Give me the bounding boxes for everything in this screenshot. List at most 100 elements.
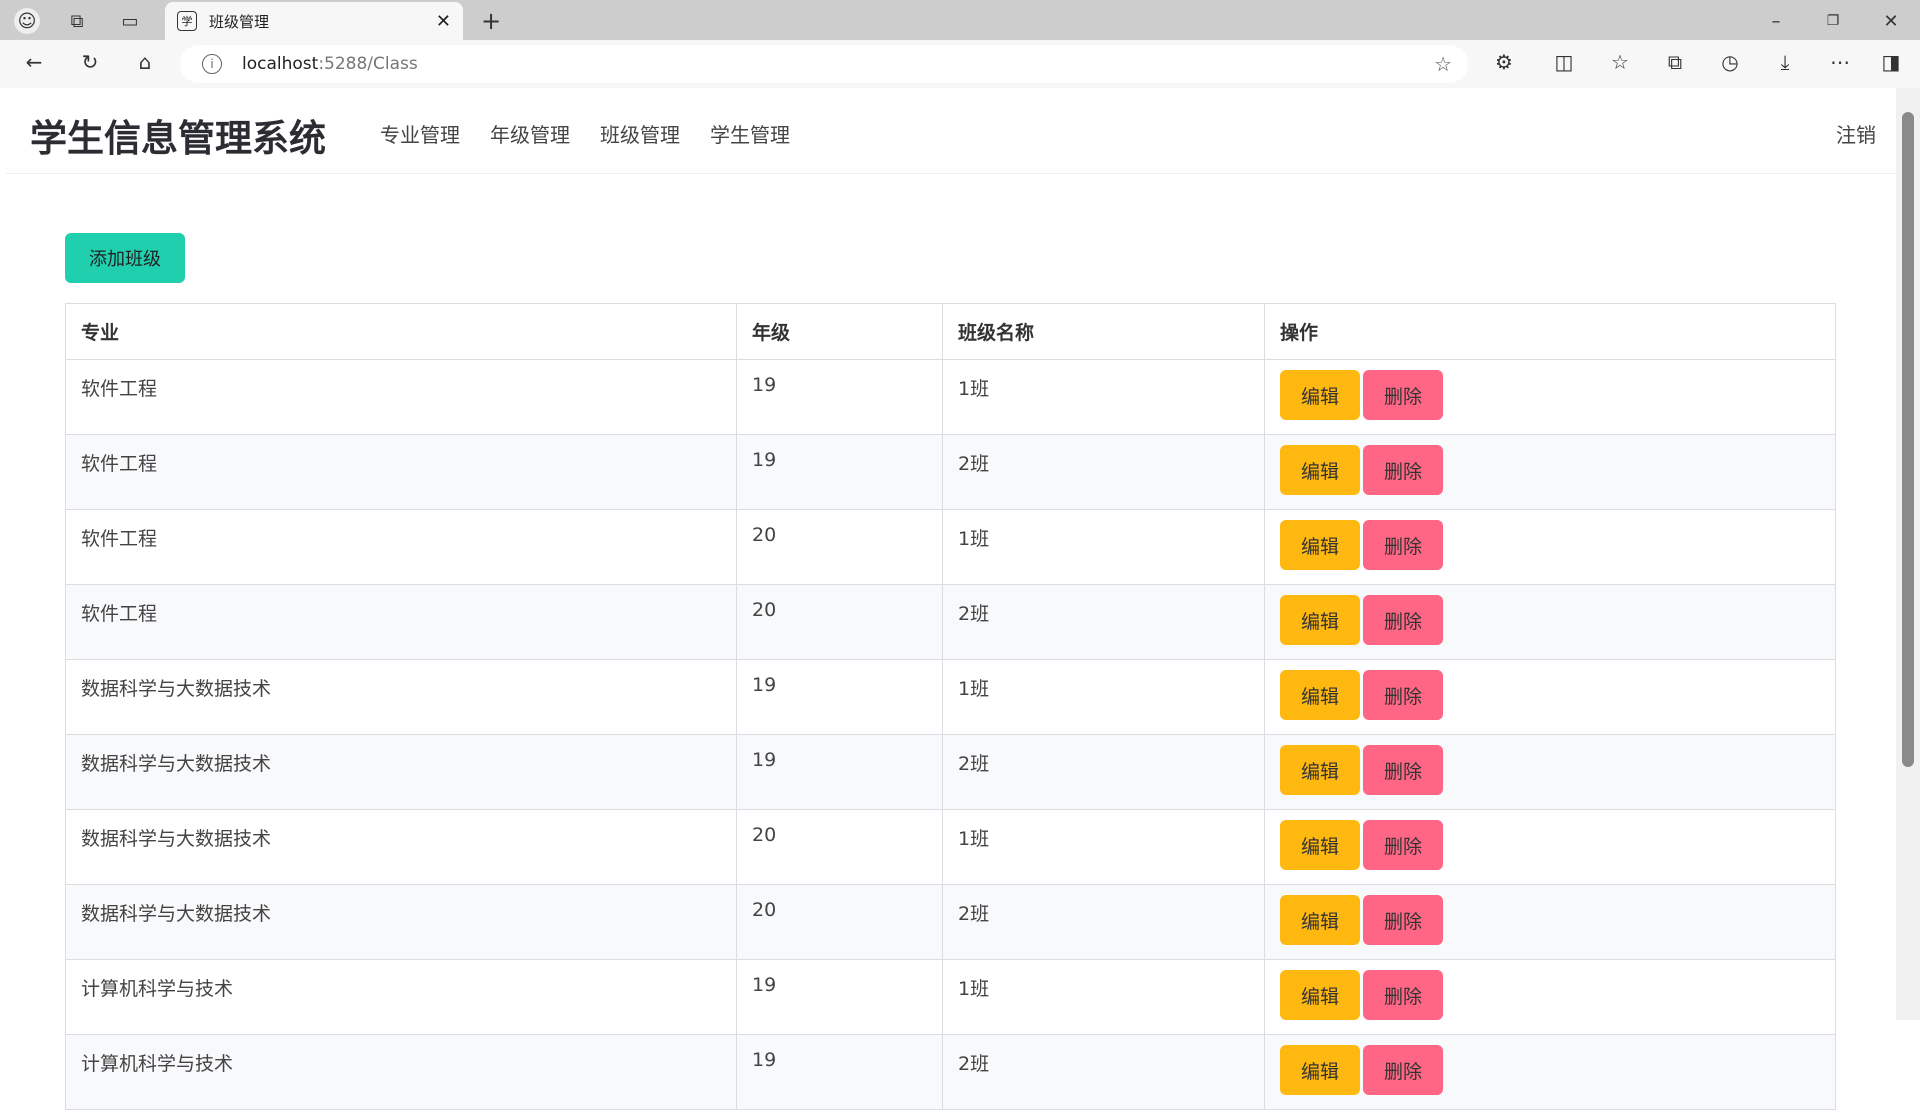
tab-favicon-icon: 学	[177, 11, 197, 31]
url-path: :5288/Class	[318, 54, 418, 74]
table-row: 计算机科学与技术 19 2班 编辑 删除	[65, 1034, 1836, 1110]
cell-grade: 20	[736, 809, 943, 885]
tab-close-icon[interactable]: ✕	[436, 11, 451, 32]
edit-button[interactable]: 编辑	[1280, 670, 1360, 720]
cell-grade: 19	[736, 659, 943, 735]
history-icon[interactable]: ◷	[1716, 50, 1744, 74]
cell-major: 软件工程	[65, 434, 737, 510]
browser-tab-bar: ☺ ⧉ ▭ 学 班级管理 ✕ + – ❐ ✕	[0, 0, 1920, 40]
site-info-icon[interactable]: i	[202, 54, 222, 74]
back-icon[interactable]: ←	[20, 50, 48, 74]
edit-button[interactable]: 编辑	[1280, 445, 1360, 495]
collections-icon[interactable]: ⧉	[1661, 50, 1689, 74]
cell-class-name: 1班	[942, 959, 1265, 1035]
favorites-icon[interactable]: ☆	[1606, 50, 1634, 74]
cell-class-name: 1班	[942, 359, 1265, 435]
restore-icon[interactable]: ❐	[1820, 8, 1846, 34]
edit-button[interactable]: 编辑	[1280, 595, 1360, 645]
more-icon[interactable]: ⋯	[1826, 50, 1854, 74]
page-content: 学生信息管理系统 专业管理 年级管理 班级管理 学生管理 注销 添加班级 专业 …	[6, 88, 1896, 1110]
browser-tab[interactable]: 学 班级管理 ✕	[165, 2, 463, 40]
cell-actions: 编辑 删除	[1264, 1034, 1836, 1110]
edit-button[interactable]: 编辑	[1280, 820, 1360, 870]
edit-button[interactable]: 编辑	[1280, 895, 1360, 945]
table-row: 数据科学与大数据技术 19 2班 编辑 删除	[65, 734, 1836, 810]
delete-button[interactable]: 删除	[1363, 970, 1443, 1020]
minimize-icon[interactable]: –	[1763, 8, 1789, 34]
extensions-icon[interactable]: ⚙	[1490, 50, 1518, 74]
table-row: 软件工程 19 2班 编辑 删除	[65, 434, 1836, 510]
window-close-icon[interactable]: ✕	[1878, 8, 1904, 34]
refresh-icon[interactable]: ↻	[76, 50, 104, 74]
cell-class-name: 1班	[942, 509, 1265, 585]
edit-button[interactable]: 编辑	[1280, 520, 1360, 570]
delete-button[interactable]: 删除	[1363, 445, 1443, 495]
sidebar-toggle-icon[interactable]: ◨	[1877, 50, 1905, 74]
edit-button[interactable]: 编辑	[1280, 1045, 1360, 1095]
add-class-button[interactable]: 添加班级	[65, 233, 185, 283]
cell-major: 软件工程	[65, 509, 737, 585]
scrollbar-thumb[interactable]	[1902, 112, 1914, 767]
cell-actions: 编辑 删除	[1264, 734, 1836, 810]
cell-grade: 19	[736, 359, 943, 435]
nav-student[interactable]: 学生管理	[710, 119, 790, 148]
brand-title[interactable]: 学生信息管理系统	[30, 108, 326, 162]
nav-class[interactable]: 班级管理	[600, 119, 680, 148]
table-row: 数据科学与大数据技术 20 2班 编辑 删除	[65, 884, 1836, 960]
tab-title: 班级管理	[209, 12, 270, 31]
table-row: 数据科学与大数据技术 20 1班 编辑 删除	[65, 809, 1836, 885]
new-tab-icon[interactable]: +	[478, 7, 504, 35]
vertical-scrollbar[interactable]	[1896, 88, 1920, 1020]
delete-button[interactable]: 删除	[1363, 370, 1443, 420]
table-row: 软件工程 20 2班 编辑 删除	[65, 584, 1836, 660]
column-header-actions: 操作	[1264, 303, 1836, 360]
edit-button[interactable]: 编辑	[1280, 745, 1360, 795]
delete-button[interactable]: 删除	[1363, 595, 1443, 645]
cell-class-name: 2班	[942, 434, 1265, 510]
class-table: 专业 年级 班级名称 操作 软件工程 19 1班 编辑 删除 软件工程 19 2班 编辑 删除 软件…	[65, 303, 1836, 1110]
cell-actions: 编辑 删除	[1264, 959, 1836, 1035]
cell-major: 数据科学与大数据技术	[65, 734, 737, 810]
cell-class-name: 1班	[942, 809, 1265, 885]
column-header-major: 专业	[65, 303, 737, 360]
cell-actions: 编辑 删除	[1264, 659, 1836, 735]
cell-actions: 编辑 删除	[1264, 884, 1836, 960]
nav-grade[interactable]: 年级管理	[490, 119, 570, 148]
cell-major: 数据科学与大数据技术	[65, 884, 737, 960]
edit-button[interactable]: 编辑	[1280, 370, 1360, 420]
delete-button[interactable]: 删除	[1363, 895, 1443, 945]
cell-class-name: 2班	[942, 584, 1265, 660]
cell-actions: 编辑 删除	[1264, 509, 1836, 585]
nav-major[interactable]: 专业管理	[380, 119, 460, 148]
cell-grade: 20	[736, 884, 943, 960]
delete-button[interactable]: 删除	[1363, 520, 1443, 570]
delete-button[interactable]: 删除	[1363, 1045, 1443, 1095]
cell-grade: 19	[736, 959, 943, 1035]
vertical-tabs-icon[interactable]: ▭	[117, 8, 143, 34]
cell-actions: 编辑 删除	[1264, 359, 1836, 435]
cell-major: 软件工程	[65, 359, 737, 435]
cell-class-name: 1班	[942, 659, 1265, 735]
logout-link[interactable]: 注销	[1836, 119, 1876, 148]
favorite-star-icon[interactable]: ☆	[1434, 52, 1452, 76]
cell-major: 数据科学与大数据技术	[65, 659, 737, 735]
column-header-class-name: 班级名称	[942, 303, 1265, 360]
cell-class-name: 2班	[942, 1034, 1265, 1110]
edit-button[interactable]: 编辑	[1280, 970, 1360, 1020]
cell-actions: 编辑 删除	[1264, 809, 1836, 885]
workspaces-icon[interactable]: ⧉	[64, 8, 90, 34]
profile-avatar-icon[interactable]: ☺	[14, 8, 40, 34]
cell-major: 数据科学与大数据技术	[65, 809, 737, 885]
home-icon[interactable]: ⌂	[131, 50, 159, 74]
delete-button[interactable]: 删除	[1363, 820, 1443, 870]
url-input[interactable]: i localhost:5288/Class ☆	[180, 45, 1468, 83]
downloads-icon[interactable]: ⤓	[1771, 50, 1799, 74]
table-row: 软件工程 19 1班 编辑 删除	[65, 359, 1836, 435]
cell-major: 计算机科学与技术	[65, 1034, 737, 1110]
table-row: 数据科学与大数据技术 19 1班 编辑 删除	[65, 659, 1836, 735]
delete-button[interactable]: 删除	[1363, 745, 1443, 795]
navbar: 学生信息管理系统 专业管理 年级管理 班级管理 学生管理 注销	[6, 88, 1896, 174]
cell-grade: 19	[736, 1034, 943, 1110]
delete-button[interactable]: 删除	[1363, 670, 1443, 720]
split-screen-icon[interactable]: ◫	[1550, 50, 1578, 74]
